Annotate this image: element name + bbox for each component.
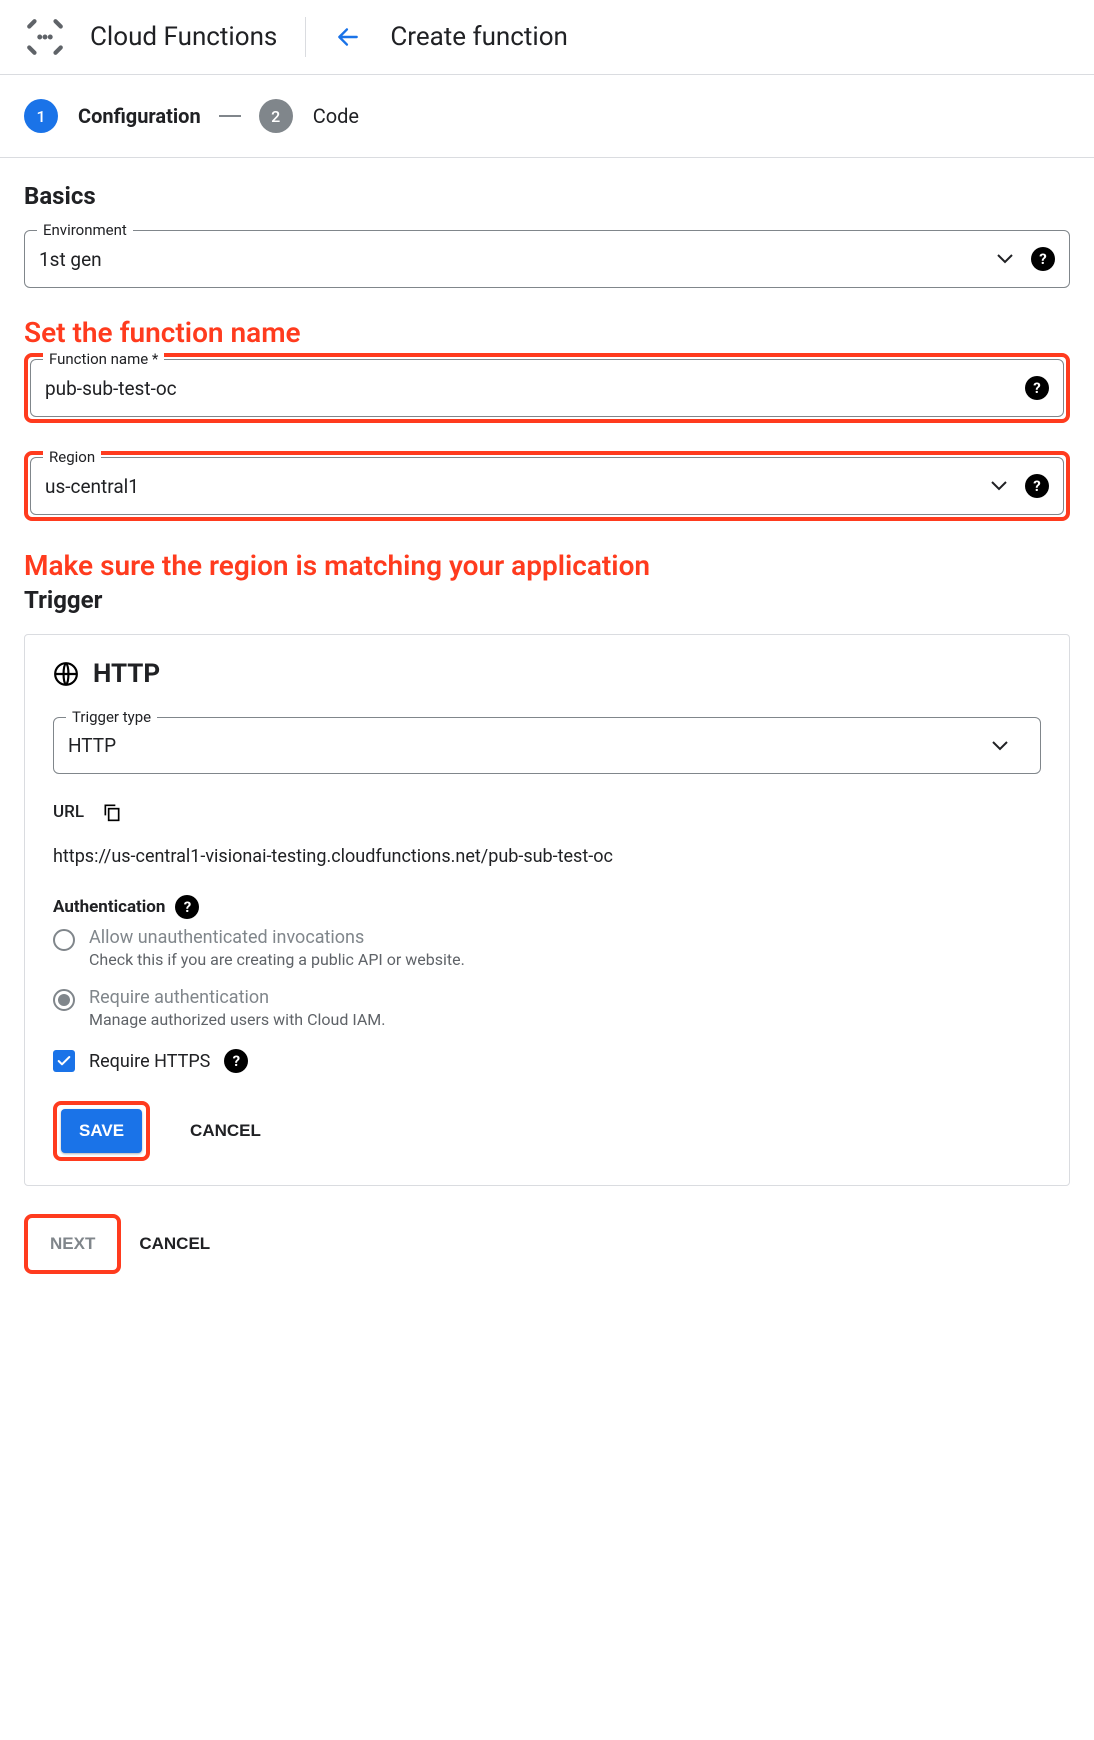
- chevron-down-icon: [992, 741, 1008, 751]
- require-https-checkbox[interactable]: Require HTTPS ?: [53, 1049, 1041, 1073]
- step-1-number: 1: [36, 107, 45, 126]
- help-icon[interactable]: ?: [1031, 247, 1055, 271]
- step-2-label: Code: [313, 104, 359, 128]
- trigger-section-title: Trigger: [24, 586, 1070, 614]
- function-name-label: Function name *: [43, 350, 164, 368]
- auth-option-desc: Manage authorized users with Cloud IAM.: [89, 1010, 1041, 1029]
- help-icon[interactable]: ?: [1025, 474, 1049, 498]
- auth-option-require-authentication[interactable]: Require authentication Manage authorized…: [53, 987, 1041, 1029]
- chevron-down-icon: [997, 254, 1013, 264]
- basics-section-title: Basics: [24, 182, 1070, 210]
- radio-checked-icon: [53, 989, 75, 1011]
- auth-option-desc: Check this if you are creating a public …: [89, 950, 1041, 969]
- help-icon[interactable]: ?: [1025, 376, 1049, 400]
- environment-select[interactable]: Environment 1st gen ?: [24, 230, 1070, 288]
- trigger-type-select[interactable]: Trigger type HTTP: [53, 717, 1041, 774]
- region-value: us-central1: [45, 475, 991, 498]
- trigger-card: HTTP Trigger type HTTP URL https://us-ce…: [24, 634, 1070, 1186]
- copy-icon[interactable]: [102, 802, 122, 822]
- next-button[interactable]: NEXT: [32, 1222, 113, 1266]
- auth-option-label: Require authentication: [89, 987, 1041, 1008]
- help-icon[interactable]: ?: [224, 1049, 248, 1073]
- region-select[interactable]: Region us-central1 ?: [30, 457, 1064, 515]
- annotation-region: Make sure the region is matching your ap…: [24, 549, 1070, 582]
- step-1-circle[interactable]: 1: [24, 99, 58, 133]
- globe-icon: [53, 661, 79, 687]
- trigger-heading: HTTP: [93, 659, 160, 689]
- url-label: URL: [53, 802, 84, 822]
- function-name-input[interactable]: Function name * pub-sub-test-oc ?: [30, 359, 1064, 417]
- url-value: https://us-central1-visionai-testing.clo…: [53, 846, 1041, 867]
- stepper: 1 Configuration 2 Code: [0, 75, 1094, 158]
- environment-label: Environment: [37, 221, 133, 239]
- page-header: Cloud Functions Create function: [0, 0, 1094, 75]
- radio-icon: [53, 929, 75, 951]
- function-name-value: pub-sub-test-oc: [45, 377, 1025, 400]
- step-separator: [219, 115, 241, 117]
- help-icon[interactable]: ?: [175, 895, 199, 919]
- step-2-circle[interactable]: 2: [259, 99, 293, 133]
- save-button[interactable]: SAVE: [61, 1109, 142, 1153]
- region-label: Region: [43, 448, 101, 466]
- cancel-button[interactable]: CANCEL: [172, 1109, 279, 1153]
- header-divider: [305, 17, 306, 57]
- environment-value: 1st gen: [39, 248, 997, 271]
- cancel-bottom-button[interactable]: CANCEL: [121, 1222, 228, 1266]
- trigger-type-value: HTTP: [68, 734, 992, 757]
- step-2-number: 2: [271, 107, 280, 126]
- product-title: Cloud Functions: [90, 22, 277, 52]
- checkbox-checked-icon: [53, 1050, 75, 1072]
- require-https-label: Require HTTPS: [89, 1051, 210, 1072]
- authentication-label: Authentication: [53, 897, 165, 917]
- annotation-function-name: Set the function name: [24, 316, 1070, 349]
- page-title: Create function: [390, 22, 568, 52]
- trigger-type-label: Trigger type: [66, 708, 157, 726]
- chevron-down-icon: [991, 481, 1007, 491]
- auth-option-label: Allow unauthenticated invocations: [89, 927, 1041, 948]
- auth-option-allow-unauthenticated[interactable]: Allow unauthenticated invocations Check …: [53, 927, 1041, 969]
- step-1-label: Configuration: [78, 104, 201, 128]
- cloud-functions-icon: [24, 16, 66, 58]
- back-arrow-icon[interactable]: [334, 23, 362, 51]
